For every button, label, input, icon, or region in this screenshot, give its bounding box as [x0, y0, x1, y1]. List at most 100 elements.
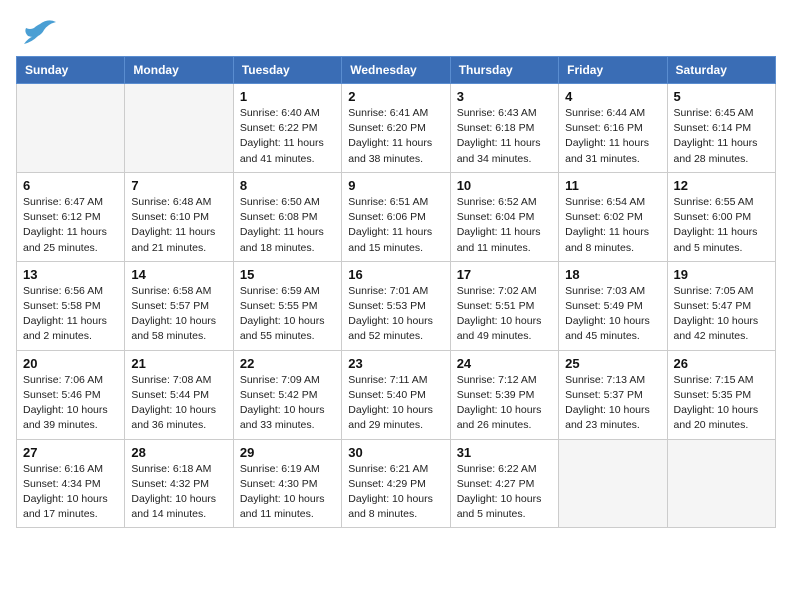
day-info: Sunrise: 6:44 AMSunset: 6:16 PMDaylight:…	[565, 106, 660, 167]
day-number: 12	[674, 178, 769, 193]
day-number: 26	[674, 356, 769, 371]
day-info: Sunrise: 6:22 AMSunset: 4:27 PMDaylight:…	[457, 462, 552, 523]
calendar-cell: 12Sunrise: 6:55 AMSunset: 6:00 PMDayligh…	[667, 172, 775, 261]
day-number: 9	[348, 178, 443, 193]
calendar-cell: 26 Sunrise: 7:15 AMSunset: 5:35 PMDayligh…	[667, 350, 775, 439]
day-info: Sunrise: 6:50 AMSunset: 6:08 PMDaylight:…	[240, 195, 335, 256]
day-number: 21	[131, 356, 226, 371]
calendar-header-monday: Monday	[125, 57, 233, 84]
day-info: Sunrise: 7:01 AMSunset: 5:53 PMDaylight:…	[348, 284, 443, 345]
day-info: Sunrise: 7:05 AMSunset: 5:47 PMDaylight:…	[674, 284, 769, 345]
day-number: 3	[457, 89, 552, 104]
calendar-cell	[559, 439, 667, 528]
day-number: 31	[457, 445, 552, 460]
day-info: Sunrise: 7:02 AMSunset: 5:51 PMDaylight:…	[457, 284, 552, 345]
logo	[16, 16, 56, 46]
day-info: Sunrise: 6:40 AMSunset: 6:22 PMDaylight:…	[240, 106, 335, 167]
day-info: Sunrise: 6:19 AMSunset: 4:30 PMDaylight:…	[240, 462, 335, 523]
day-info: Sunrise: 6:58 AMSunset: 5:57 PMDaylight:…	[131, 284, 226, 345]
calendar-cell: 16 Sunrise: 7:01 AMSunset: 5:53 PMDayligh…	[342, 261, 450, 350]
day-number: 27	[23, 445, 118, 460]
day-info: Sunrise: 7:03 AMSunset: 5:49 PMDaylight:…	[565, 284, 660, 345]
day-info: Sunrise: 6:52 AMSunset: 6:04 PMDaylight:…	[457, 195, 552, 256]
calendar-cell: 7 Sunrise: 6:48 AMSunset: 6:10 PMDaylight…	[125, 172, 233, 261]
calendar-cell: 1 Sunrise: 6:40 AMSunset: 6:22 PMDaylight…	[233, 84, 341, 173]
day-info: Sunrise: 6:59 AMSunset: 5:55 PMDaylight:…	[240, 284, 335, 345]
day-info: Sunrise: 7:13 AMSunset: 5:37 PMDaylight:…	[565, 373, 660, 434]
calendar-cell: 6 Sunrise: 6:47 AMSunset: 6:12 PMDaylight…	[17, 172, 125, 261]
calendar-header-wednesday: Wednesday	[342, 57, 450, 84]
day-info: Sunrise: 6:56 AMSunset: 5:58 PMDaylight:…	[23, 284, 118, 345]
day-number: 5	[674, 89, 769, 104]
week-row-4: 20 Sunrise: 7:06 AMSunset: 5:46 PMDayligh…	[17, 350, 776, 439]
day-number: 15	[240, 267, 335, 282]
calendar-cell: 5 Sunrise: 6:45 AMSunset: 6:14 PMDaylight…	[667, 84, 775, 173]
calendar-cell: 22Sunrise: 7:09 AMSunset: 5:42 PMDayligh…	[233, 350, 341, 439]
calendar-cell: 11 Sunrise: 6:54 AMSunset: 6:02 PMDayligh…	[559, 172, 667, 261]
calendar-header-sunday: Sunday	[17, 57, 125, 84]
day-number: 14	[131, 267, 226, 282]
day-info: Sunrise: 6:16 AMSunset: 4:34 PMDaylight:…	[23, 462, 118, 523]
calendar-cell: 19Sunrise: 7:05 AMSunset: 5:47 PMDayligh…	[667, 261, 775, 350]
calendar-cell: 20 Sunrise: 7:06 AMSunset: 5:46 PMDayligh…	[17, 350, 125, 439]
day-number: 4	[565, 89, 660, 104]
day-info: Sunrise: 7:09 AMSunset: 5:42 PMDaylight:…	[240, 373, 335, 434]
day-number: 24	[457, 356, 552, 371]
calendar-header-thursday: Thursday	[450, 57, 558, 84]
day-number: 8	[240, 178, 335, 193]
calendar-cell: 23Sunrise: 7:11 AMSunset: 5:40 PMDayligh…	[342, 350, 450, 439]
day-number: 23	[348, 356, 443, 371]
calendar-header-tuesday: Tuesday	[233, 57, 341, 84]
day-info: Sunrise: 6:51 AMSunset: 6:06 PMDaylight:…	[348, 195, 443, 256]
calendar-cell: 2Sunrise: 6:41 AMSunset: 6:20 PMDaylight…	[342, 84, 450, 173]
day-info: Sunrise: 7:12 AMSunset: 5:39 PMDaylight:…	[457, 373, 552, 434]
page-header	[16, 16, 776, 46]
day-info: Sunrise: 6:43 AMSunset: 6:18 PMDaylight:…	[457, 106, 552, 167]
week-row-5: 27 Sunrise: 6:16 AMSunset: 4:34 PMDayligh…	[17, 439, 776, 528]
day-number: 29	[240, 445, 335, 460]
week-row-1: 1 Sunrise: 6:40 AMSunset: 6:22 PMDaylight…	[17, 84, 776, 173]
calendar-cell	[125, 84, 233, 173]
calendar-cell: 10Sunrise: 6:52 AMSunset: 6:04 PMDayligh…	[450, 172, 558, 261]
day-number: 11	[565, 178, 660, 193]
day-info: Sunrise: 7:15 AMSunset: 5:35 PMDaylight:…	[674, 373, 769, 434]
calendar-cell	[667, 439, 775, 528]
calendar-cell: 31 Sunrise: 6:22 AMSunset: 4:27 PMDayligh…	[450, 439, 558, 528]
day-number: 16	[348, 267, 443, 282]
day-number: 7	[131, 178, 226, 193]
day-number: 17	[457, 267, 552, 282]
week-row-2: 6 Sunrise: 6:47 AMSunset: 6:12 PMDaylight…	[17, 172, 776, 261]
day-info: Sunrise: 6:54 AMSunset: 6:02 PMDaylight:…	[565, 195, 660, 256]
calendar-cell	[17, 84, 125, 173]
day-info: Sunrise: 6:47 AMSunset: 6:12 PMDaylight:…	[23, 195, 118, 256]
day-number: 20	[23, 356, 118, 371]
day-info: Sunrise: 6:18 AMSunset: 4:32 PMDaylight:…	[131, 462, 226, 523]
calendar-cell: 15 Sunrise: 6:59 AMSunset: 5:55 PMDayligh…	[233, 261, 341, 350]
day-info: Sunrise: 6:41 AMSunset: 6:20 PMDaylight:…	[348, 106, 443, 167]
day-number: 30	[348, 445, 443, 460]
calendar-cell: 8 Sunrise: 6:50 AMSunset: 6:08 PMDaylight…	[233, 172, 341, 261]
calendar-cell: 27 Sunrise: 6:16 AMSunset: 4:34 PMDayligh…	[17, 439, 125, 528]
calendar-cell: 18 Sunrise: 7:03 AMSunset: 5:49 PMDayligh…	[559, 261, 667, 350]
calendar-cell: 3 Sunrise: 6:43 AMSunset: 6:18 PMDaylight…	[450, 84, 558, 173]
calendar-header-saturday: Saturday	[667, 57, 775, 84]
day-info: Sunrise: 7:08 AMSunset: 5:44 PMDaylight:…	[131, 373, 226, 434]
calendar-cell: 24 Sunrise: 7:12 AMSunset: 5:39 PMDayligh…	[450, 350, 558, 439]
day-info: Sunrise: 7:06 AMSunset: 5:46 PMDaylight:…	[23, 373, 118, 434]
day-info: Sunrise: 6:45 AMSunset: 6:14 PMDaylight:…	[674, 106, 769, 167]
day-number: 28	[131, 445, 226, 460]
day-number: 18	[565, 267, 660, 282]
calendar-cell: 25Sunrise: 7:13 AMSunset: 5:37 PMDayligh…	[559, 350, 667, 439]
calendar-cell: 29 Sunrise: 6:19 AMSunset: 4:30 PMDayligh…	[233, 439, 341, 528]
calendar-cell: 13 Sunrise: 6:56 AMSunset: 5:58 PMDayligh…	[17, 261, 125, 350]
day-number: 13	[23, 267, 118, 282]
calendar-cell: 28 Sunrise: 6:18 AMSunset: 4:32 PMDayligh…	[125, 439, 233, 528]
calendar-header-friday: Friday	[559, 57, 667, 84]
calendar-cell: 14 Sunrise: 6:58 AMSunset: 5:57 PMDayligh…	[125, 261, 233, 350]
day-number: 6	[23, 178, 118, 193]
calendar-header-row: SundayMondayTuesdayWednesdayThursdayFrid…	[17, 57, 776, 84]
calendar-cell: 21 Sunrise: 7:08 AMSunset: 5:44 PMDayligh…	[125, 350, 233, 439]
day-number: 1	[240, 89, 335, 104]
day-info: Sunrise: 6:48 AMSunset: 6:10 PMDaylight:…	[131, 195, 226, 256]
calendar-table: SundayMondayTuesdayWednesdayThursdayFrid…	[16, 56, 776, 528]
